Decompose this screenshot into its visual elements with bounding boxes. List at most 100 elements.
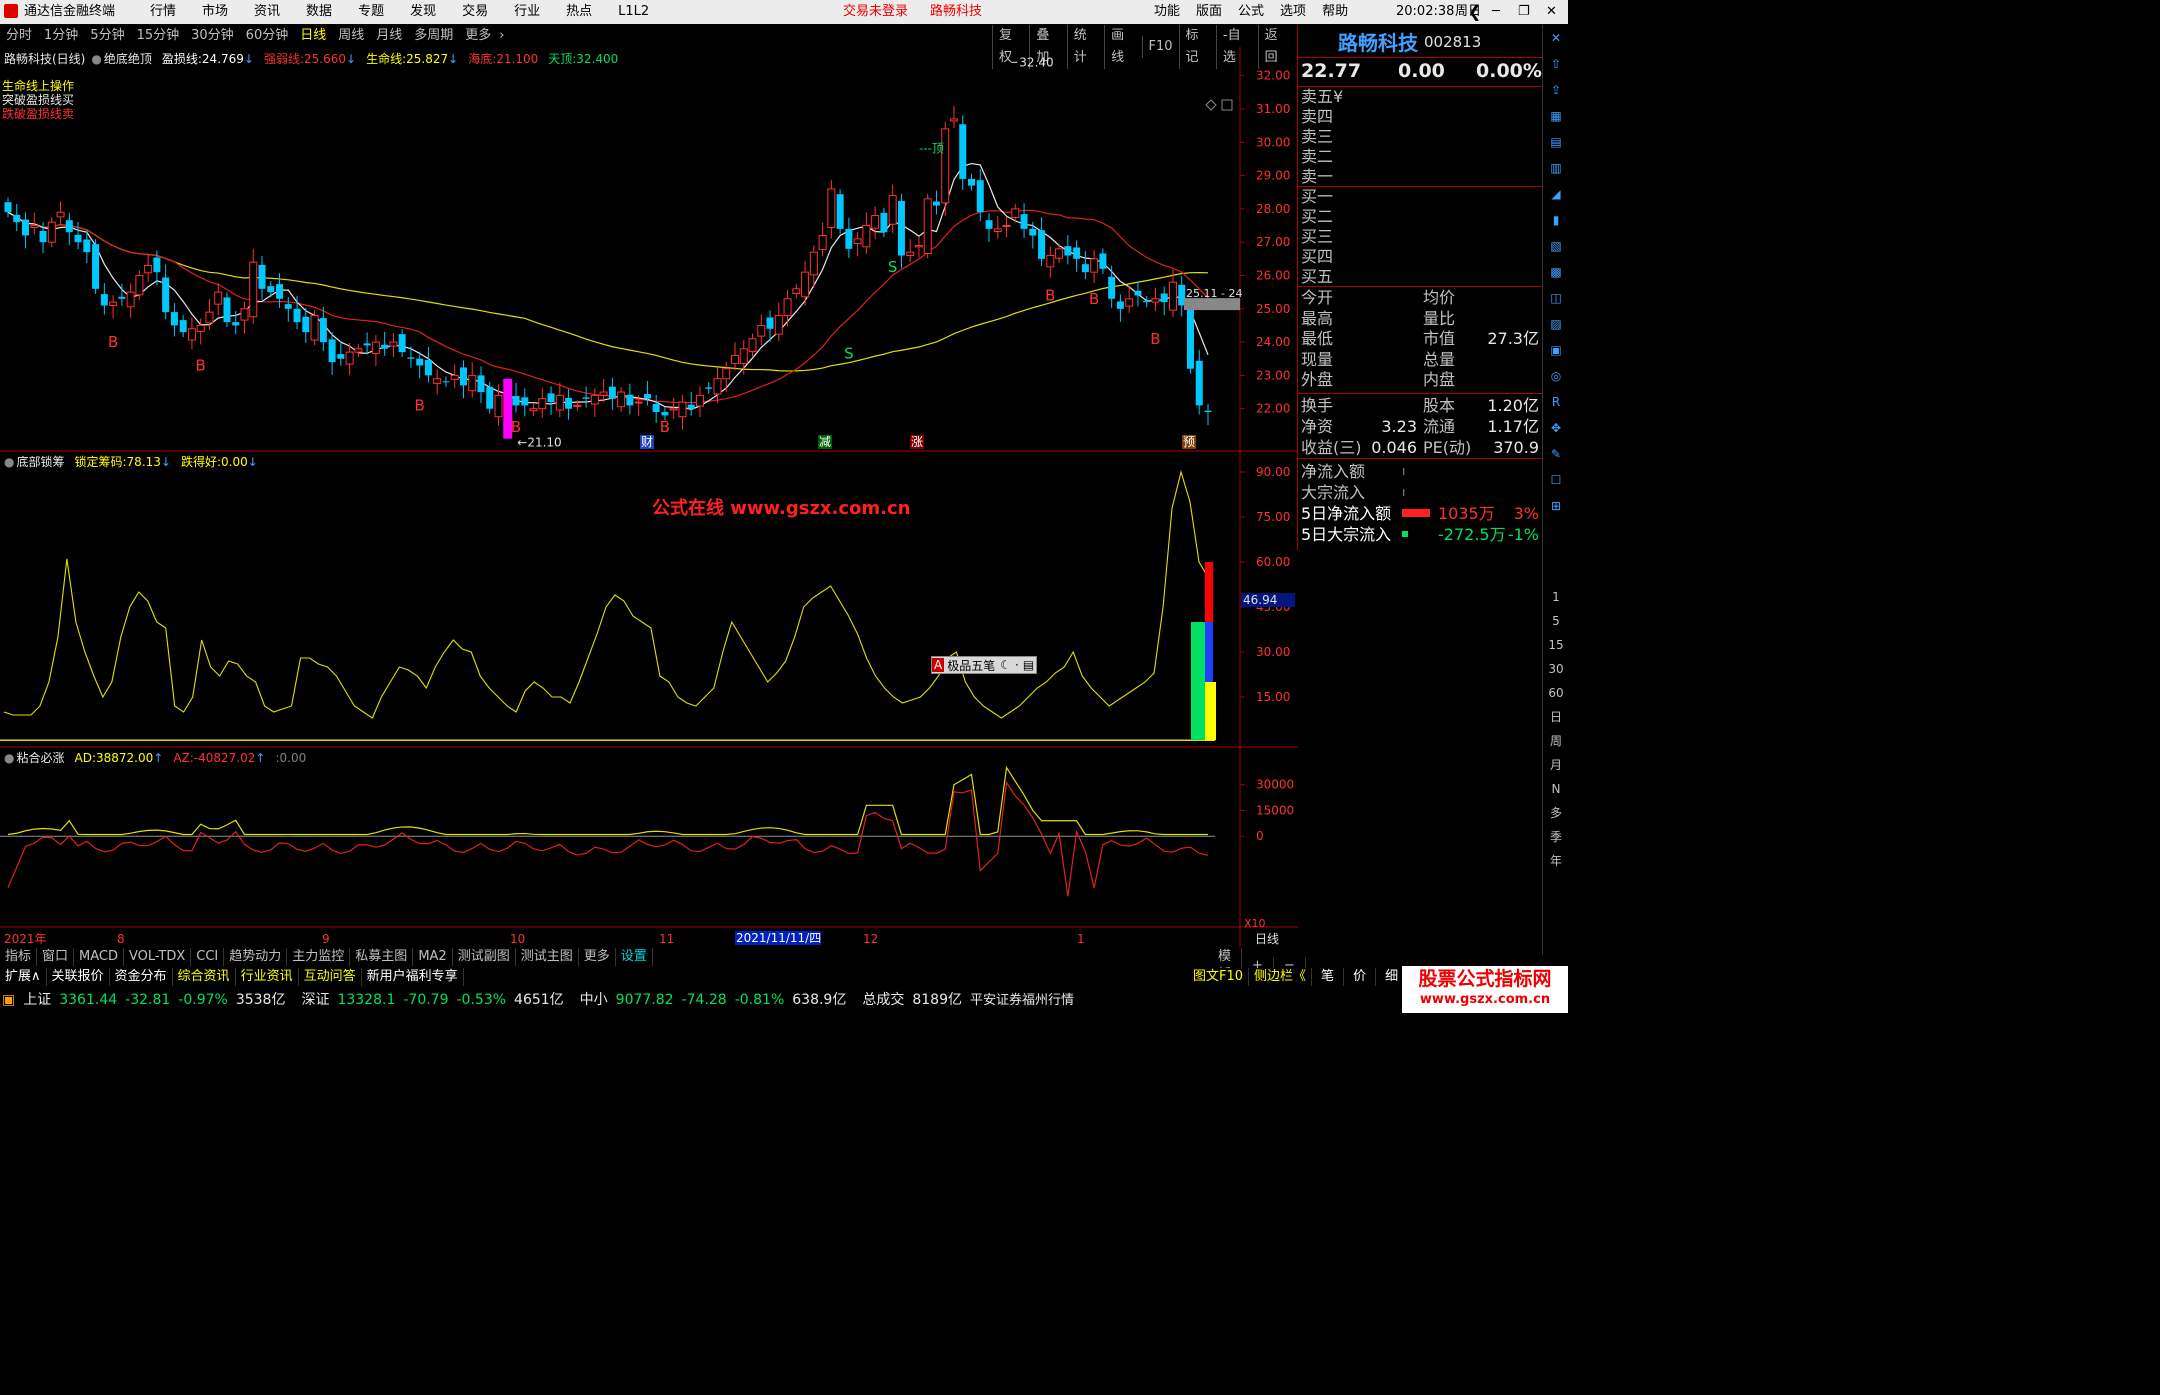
ext-tab-6[interactable]: 新用户福利专享 <box>362 968 464 986</box>
indicator-tab-9[interactable]: 测试副图 <box>453 948 516 966</box>
period-tab-6[interactable]: 日线 <box>294 25 332 47</box>
indicator-tab-0[interactable]: 指标 <box>0 948 38 966</box>
ext-tab-1[interactable]: 关联报价 <box>47 968 110 986</box>
period-tab-2[interactable]: 5分钟 <box>84 25 130 47</box>
sidebar-period-8[interactable]: N <box>1543 777 1569 801</box>
bottom-right-tab-0[interactable]: 图文F10 <box>1188 968 1250 986</box>
period-tab-3[interactable]: 15分钟 <box>131 25 186 47</box>
period-tab-0[interactable]: 分时 <box>0 25 38 47</box>
minimize-icon[interactable]: ─ <box>1492 0 1500 24</box>
bottom-right-tab-3[interactable]: 价 <box>1344 968 1377 986</box>
period-tab-10[interactable]: 更多 <box>459 25 497 47</box>
sidebar-period-9[interactable]: 多 <box>1543 801 1569 825</box>
menu-item-2[interactable]: 资讯 <box>241 0 293 24</box>
period-tab-4[interactable]: 30分钟 <box>185 25 240 47</box>
block-icon[interactable]: ▣ <box>1543 337 1569 363</box>
menu-item-0[interactable]: 行情 <box>137 0 189 24</box>
login-status[interactable]: 交易未登录 <box>843 0 908 24</box>
doc-icon[interactable]: ▨ <box>1543 311 1569 337</box>
indicator-tab-5[interactable]: 趋势动力 <box>224 948 288 966</box>
sidebar-period-5[interactable]: 日 <box>1543 705 1569 729</box>
plus-grid-icon[interactable]: ⊞ <box>1543 493 1569 519</box>
menu-item-3[interactable]: 数据 <box>293 0 345 24</box>
right-menu-item-3[interactable]: 选项 <box>1272 0 1314 24</box>
sh-name[interactable]: 上证 <box>23 988 51 1013</box>
restore-icon[interactable]: ❐ <box>1518 0 1530 24</box>
chevron-right-icon[interactable]: › <box>497 25 506 47</box>
target-icon[interactable]: ◎ <box>1543 363 1569 389</box>
ext-tab-4[interactable]: 行业资讯 <box>236 968 299 986</box>
zx-name[interactable]: 中小 <box>580 988 608 1013</box>
menu-item-6[interactable]: 交易 <box>449 0 501 24</box>
sidebar-period-10[interactable]: 季 <box>1543 825 1569 849</box>
square-icon[interactable] <box>1221 99 1233 111</box>
ime-popup[interactable]: A 极品五笔 ☾ · ▤ <box>931 656 1038 674</box>
indicator-tab-11[interactable]: 更多 <box>579 948 616 966</box>
rsi-icon[interactable]: R <box>1543 389 1569 415</box>
ext-tab-0[interactable]: 扩展∧ <box>0 968 47 986</box>
sidebar-period-2[interactable]: 15 <box>1543 633 1569 657</box>
indicator-tab-4[interactable]: CCI <box>191 948 225 966</box>
top-icon[interactable]: ⇪ <box>1543 77 1569 103</box>
report-icon[interactable]: ▧ <box>1543 233 1569 259</box>
indicator-tab-12[interactable]: 设置 <box>616 948 653 966</box>
close-panel-icon[interactable]: ✕ <box>1543 25 1569 51</box>
sub2-title[interactable]: 粘合必涨 <box>16 749 64 766</box>
indicator-tab-1[interactable]: 窗口 <box>37 948 75 966</box>
layout-icon[interactable]: ◫ <box>1543 285 1569 311</box>
ext-tab-3[interactable]: 综合资讯 <box>173 968 236 986</box>
menu-item-7[interactable]: 行业 <box>501 0 553 24</box>
bottom-right-tab-1[interactable]: 侧边栏《 <box>1249 968 1313 986</box>
menu-item-4[interactable]: 专题 <box>345 0 397 24</box>
list-icon[interactable]: ▤ <box>1543 129 1569 155</box>
right-menu-item-4[interactable]: 帮助 <box>1314 0 1356 24</box>
period-tab-8[interactable]: 月线 <box>370 25 408 47</box>
ext-tab-2[interactable]: 资金分布 <box>110 968 173 986</box>
f10-icon[interactable]: ▩ <box>1543 259 1569 285</box>
indicator-tab-6[interactable]: 主力监控 <box>287 948 351 966</box>
sidebar-period-1[interactable]: 5 <box>1543 609 1569 633</box>
header-item-arrow: ↑ <box>153 750 164 765</box>
stat-key: 换手 <box>1301 396 1334 415</box>
back-arrow-icon[interactable]: ❮ <box>1468 0 1481 24</box>
move-icon[interactable]: ✥ <box>1543 415 1569 441</box>
indicator-tab-3[interactable]: VOL-TDX <box>124 948 192 966</box>
pen-icon[interactable]: ✎ <box>1543 441 1569 467</box>
indicator-name[interactable]: 绝底绝顶 <box>104 50 152 67</box>
period-tab-1[interactable]: 1分钟 <box>38 25 84 47</box>
up-icon[interactable]: ⇧ <box>1543 51 1569 77</box>
period-tab-7[interactable]: 周线 <box>332 25 370 47</box>
sub1-title[interactable]: 底部锁筹 <box>16 453 64 470</box>
chart-area[interactable]: 32.00 31.00 30.00 29.00 28.00 27.00 26.00 25.00… <box>0 47 1298 947</box>
az-line <box>7 780 1209 897</box>
right-menu-item-0[interactable]: 功能 <box>1146 0 1188 24</box>
right-menu-item-2[interactable]: 公式 <box>1230 0 1272 24</box>
menu-item-1[interactable]: 市场 <box>189 0 241 24</box>
right-menu-item-1[interactable]: 版面 <box>1188 0 1230 24</box>
period-tab-5[interactable]: 60分钟 <box>240 25 295 47</box>
diamond-icon[interactable] <box>1205 99 1217 111</box>
indicator-tab-8[interactable]: MA2 <box>413 948 453 966</box>
ext-tab-5[interactable]: 互动问答 <box>299 968 362 986</box>
period-tab-9[interactable]: 多周期 <box>408 25 459 47</box>
sz-name[interactable]: 深证 <box>301 988 329 1013</box>
grid-icon[interactable]: ▥ <box>1543 155 1569 181</box>
sidebar-period-7[interactable]: 月 <box>1543 753 1569 777</box>
sidebar-period-0[interactable]: 1 <box>1543 585 1569 609</box>
indicator-tab-2[interactable]: MACD <box>74 948 124 966</box>
indicator-tab-7[interactable]: 私募主图 <box>350 948 414 966</box>
sidebar-period-11[interactable]: 年 <box>1543 849 1569 873</box>
menu-item-8[interactable]: 热点 <box>553 0 605 24</box>
chart-icon[interactable]: ◢ <box>1543 181 1569 207</box>
sidebar-period-4[interactable]: 60 <box>1543 681 1569 705</box>
fs-icon[interactable]: ☐ <box>1543 467 1569 493</box>
menu-item-5[interactable]: 发现 <box>397 0 449 24</box>
sidebar-period-3[interactable]: 30 <box>1543 657 1569 681</box>
menu-item-9[interactable]: L1L2 <box>605 0 662 24</box>
bottom-right-tab-2[interactable]: 笔 <box>1312 968 1345 986</box>
bar-icon[interactable]: ▮ <box>1543 207 1569 233</box>
sidebar-period-6[interactable]: 周 <box>1543 729 1569 753</box>
indicator-tab-10[interactable]: 测试主图 <box>516 948 579 966</box>
close-icon[interactable]: ✕ <box>1546 0 1557 24</box>
table-icon[interactable]: ▦ <box>1543 103 1569 129</box>
